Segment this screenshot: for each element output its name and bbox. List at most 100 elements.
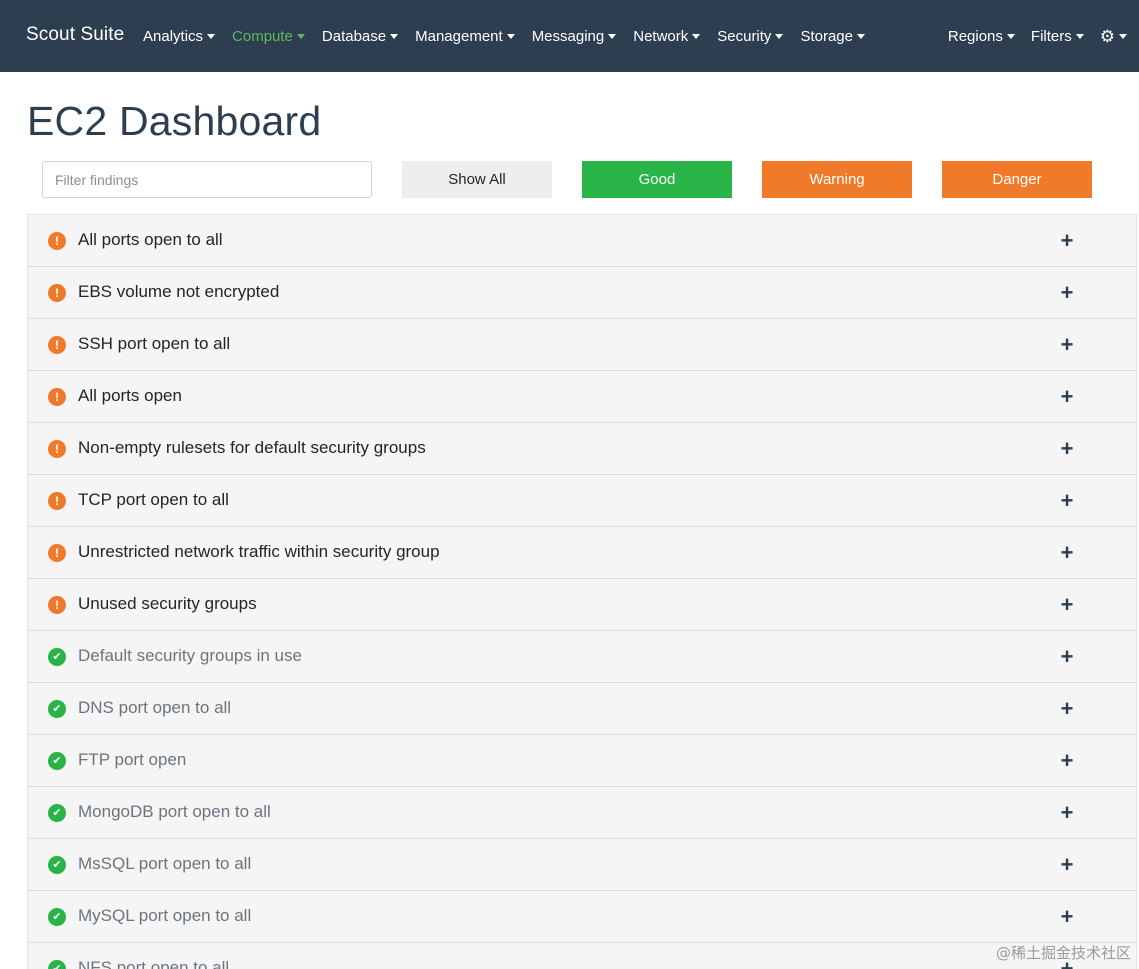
finding-title: Non-empty rulesets for default security … bbox=[78, 438, 426, 457]
finding-title: All ports open to all bbox=[78, 230, 223, 249]
expand-plus-icon[interactable]: + bbox=[1057, 438, 1077, 460]
finding-row[interactable]: ✔ MongoDB port open to all + bbox=[28, 787, 1136, 839]
check-circle-icon: ✔ bbox=[48, 856, 66, 874]
expand-plus-icon[interactable]: + bbox=[1057, 854, 1077, 876]
nav-menu-storage[interactable]: Storage bbox=[800, 28, 865, 45]
caret-down-icon bbox=[506, 33, 515, 39]
finding-title: Unused security groups bbox=[78, 594, 257, 613]
caret-down-icon bbox=[856, 33, 865, 39]
good-filter-button[interactable]: Good bbox=[582, 161, 732, 198]
exclamation-circle-icon: ! bbox=[48, 544, 66, 562]
expand-plus-icon[interactable]: + bbox=[1057, 906, 1077, 928]
finding-title: TCP port open to all bbox=[78, 490, 229, 509]
exclamation-circle-icon: ! bbox=[48, 440, 66, 458]
nav-menu-list: Analytics Compute Database Management Messag… bbox=[143, 0, 882, 72]
nav-menu-label: Messaging bbox=[531, 27, 605, 45]
nav-menu-management[interactable]: Management bbox=[415, 28, 515, 45]
nav-menu-network[interactable]: Network bbox=[633, 27, 701, 45]
caret-down-icon bbox=[207, 33, 216, 39]
nav-menu-label: Regions bbox=[947, 27, 1003, 45]
finding-row[interactable]: ✔ MsSQL port open to all + bbox=[28, 839, 1136, 891]
nav-menu-label: Compute bbox=[232, 27, 293, 45]
nav-menu-label: Filters bbox=[1030, 27, 1072, 45]
finding-row[interactable]: ! EBS volume not encrypted + bbox=[28, 267, 1136, 319]
expand-plus-icon[interactable]: + bbox=[1057, 698, 1077, 720]
finding-title: SSH port open to all bbox=[78, 334, 231, 353]
nav-menu-database[interactable]: Database bbox=[321, 27, 399, 45]
nav-menu-label: Management bbox=[415, 27, 503, 45]
exclamation-circle-icon: ! bbox=[48, 596, 66, 614]
check-circle-icon: ✔ bbox=[48, 648, 66, 666]
nav-menu-filters[interactable]: Filters bbox=[1031, 28, 1084, 45]
top-navbar: Scout Suite Analytics Compute Database Mana… bbox=[0, 0, 1139, 72]
nav-menu-security[interactable]: Security bbox=[717, 27, 784, 45]
settings-menu[interactable]: ⚙ bbox=[1100, 28, 1127, 45]
finding-row[interactable]: ! All ports open to all + bbox=[28, 215, 1136, 267]
exclamation-circle-icon: ! bbox=[48, 492, 66, 510]
caret-down-icon bbox=[296, 33, 305, 39]
expand-plus-icon[interactable]: + bbox=[1057, 542, 1077, 564]
expand-plus-icon[interactable]: + bbox=[1057, 594, 1077, 616]
finding-row[interactable]: ! All ports open + bbox=[28, 371, 1136, 423]
brand-logo-text[interactable]: Scout Suite bbox=[26, 24, 124, 46]
finding-row[interactable]: ! Unused security groups + bbox=[28, 579, 1136, 631]
expand-plus-icon[interactable]: + bbox=[1057, 802, 1077, 824]
nav-menu-label: Analytics bbox=[143, 27, 204, 45]
check-circle-icon: ✔ bbox=[48, 752, 66, 770]
check-circle-icon: ✔ bbox=[48, 908, 66, 926]
filter-findings-input[interactable] bbox=[42, 161, 372, 198]
expand-plus-icon[interactable]: + bbox=[1057, 334, 1077, 356]
finding-row[interactable]: ✔ Default security groups in use + bbox=[28, 631, 1136, 683]
finding-title: Default security groups in use bbox=[78, 646, 302, 665]
nav-menu-messaging[interactable]: Messaging bbox=[532, 28, 617, 45]
finding-row[interactable]: ✔ DNS port open to all + bbox=[28, 683, 1136, 735]
finding-title: FTP port open bbox=[78, 750, 187, 769]
finding-title: MySQL port open to all bbox=[78, 906, 252, 925]
nav-menu-compute[interactable]: Compute bbox=[232, 28, 305, 45]
finding-title: All ports open bbox=[78, 386, 182, 405]
nav-menu-label: Storage bbox=[800, 27, 853, 45]
gear-icon: ⚙ bbox=[1099, 26, 1115, 46]
nav-menu-regions[interactable]: Regions bbox=[948, 28, 1015, 45]
finding-title: Unrestricted network traffic within secu… bbox=[78, 542, 440, 561]
finding-title: MongoDB port open to all bbox=[78, 802, 271, 821]
finding-row[interactable]: ! Unrestricted network traffic within sec… bbox=[28, 527, 1136, 579]
finding-title: MsSQL port open to all bbox=[78, 854, 252, 873]
expand-plus-icon[interactable]: + bbox=[1057, 386, 1077, 408]
check-circle-icon: ✔ bbox=[48, 804, 66, 822]
nav-menu-label: Database bbox=[321, 27, 387, 45]
caret-down-icon bbox=[1075, 33, 1084, 39]
expand-plus-icon[interactable]: + bbox=[1057, 490, 1077, 512]
expand-plus-icon[interactable]: + bbox=[1057, 230, 1077, 252]
expand-plus-icon[interactable]: + bbox=[1057, 646, 1077, 668]
exclamation-circle-icon: ! bbox=[48, 284, 66, 302]
finding-title: DNS port open to all bbox=[78, 698, 232, 717]
expand-plus-icon[interactable]: + bbox=[1057, 282, 1077, 304]
finding-row[interactable]: ✔ FTP port open + bbox=[28, 735, 1136, 787]
caret-down-icon bbox=[1119, 33, 1127, 39]
show-all-button[interactable]: Show All bbox=[402, 161, 552, 198]
caret-down-icon bbox=[1006, 33, 1015, 39]
findings-list: ! All ports open to all +! EBS volume not e… bbox=[27, 214, 1137, 969]
nav-menu-label: Network bbox=[633, 27, 689, 45]
danger-filter-button[interactable]: Danger bbox=[942, 161, 1092, 198]
caret-down-icon bbox=[390, 33, 399, 39]
finding-row[interactable]: ✔ MySQL port open to all + bbox=[28, 891, 1136, 943]
finding-row[interactable]: ! SSH port open to all + bbox=[28, 319, 1136, 371]
expand-plus-icon[interactable]: + bbox=[1057, 750, 1077, 772]
finding-title: NFS port open to all bbox=[78, 958, 230, 969]
check-circle-icon: ✔ bbox=[48, 960, 66, 969]
watermark-text: @稀土掘金技术社区 bbox=[995, 944, 1131, 962]
exclamation-circle-icon: ! bbox=[48, 388, 66, 406]
caret-down-icon bbox=[608, 33, 617, 39]
finding-row[interactable]: ! Non-empty rulesets for default security… bbox=[28, 423, 1136, 475]
warning-filter-button[interactable]: Warning bbox=[762, 161, 912, 198]
page-title: EC2 Dashboard bbox=[27, 98, 322, 144]
nav-right-menu-list: Regions Filters ⚙ bbox=[932, 0, 1127, 72]
caret-down-icon bbox=[692, 33, 701, 39]
nav-menu-analytics[interactable]: Analytics bbox=[143, 27, 216, 45]
finding-row[interactable]: ✔ NFS port open to all + bbox=[28, 943, 1136, 969]
finding-title: EBS volume not encrypted bbox=[78, 282, 280, 301]
nav-menu-label: Security bbox=[717, 27, 772, 45]
finding-row[interactable]: ! TCP port open to all + bbox=[28, 475, 1136, 527]
